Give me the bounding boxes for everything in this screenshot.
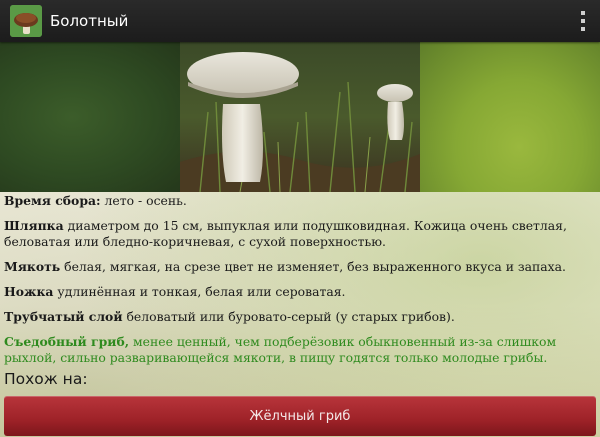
stem-paragraph: Ножка удлинённая и тонкая, белая или сер…	[4, 284, 596, 300]
blurred-forest-right	[420, 42, 600, 192]
flesh-paragraph: Мякоть белая, мягкая, на срезе цвет не и…	[4, 259, 596, 275]
similar-mushroom-button[interactable]: Жёлчный гриб	[4, 396, 596, 436]
tubes-paragraph: Трубчатый слой беловатый или буровато-се…	[4, 309, 596, 325]
edibility-label: Съедобный гриб,	[4, 334, 130, 349]
flesh-label: Мякоть	[4, 259, 61, 274]
edibility-paragraph: Съедобный гриб, менее ценный, чем подбер…	[4, 334, 596, 366]
tubes-label: Трубчатый слой	[4, 309, 123, 324]
mushroom-description: Время сбора: лето - осень. Шляпка диамет…	[4, 193, 596, 375]
tubes-text: беловатый или буровато-серый (у старых г…	[122, 309, 455, 324]
stem-label: Ножка	[4, 284, 54, 299]
mushroom-photo-banner	[0, 42, 600, 192]
harvest-paragraph: Время сбора: лето - осень.	[4, 193, 596, 209]
action-bar: Болотный	[0, 0, 600, 42]
mushroom-app-icon[interactable]	[10, 5, 42, 37]
similar-to-label: Похож на:	[4, 370, 88, 388]
flesh-text: белая, мягкая, на срезе цвет не изменяет…	[60, 259, 566, 274]
harvest-label: Время сбора:	[4, 193, 101, 208]
mushroom-photo	[180, 42, 420, 192]
stem-text: удлинённая и тонкая, белая или сероватая…	[53, 284, 346, 299]
cap-text: диаметром до 15 см, выпуклая или подушко…	[4, 218, 567, 249]
page-title: Болотный	[50, 12, 129, 30]
cap-label: Шляпка	[4, 218, 64, 233]
harvest-text: лето - осень.	[100, 193, 187, 208]
cap-paragraph: Шляпка диаметром до 15 см, выпуклая или …	[4, 218, 596, 250]
blurred-forest-left	[0, 42, 180, 192]
overflow-menu-icon[interactable]	[580, 11, 586, 31]
